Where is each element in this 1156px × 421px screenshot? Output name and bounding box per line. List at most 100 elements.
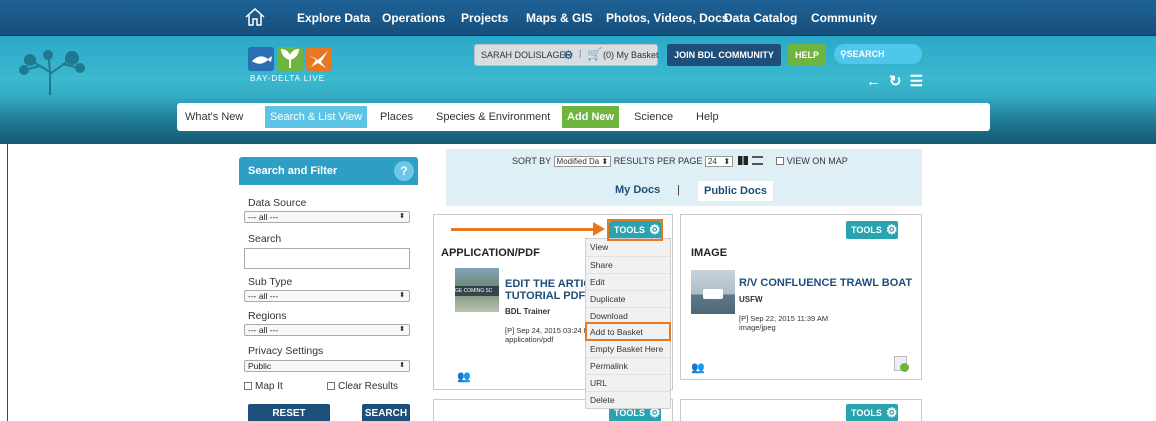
page-edge-line <box>7 144 8 421</box>
annotation-arrow-head <box>593 222 605 236</box>
gear-icon[interactable]: ⚙ <box>563 48 574 62</box>
sort-by-select[interactable]: Modified Da ⬍ <box>553 156 612 167</box>
search-button[interactable]: ⚲SEARCH <box>834 44 922 64</box>
menu-item-view[interactable]: View <box>586 239 670 256</box>
regions-value: --- all --- <box>248 325 279 335</box>
menu-item-edit[interactable]: Edit <box>586 272 670 290</box>
data-source-select[interactable]: --- all --- ⬍ <box>244 211 410 223</box>
refresh-icon[interactable]: ↻ <box>889 73 902 90</box>
checkbox-box[interactable] <box>327 382 335 390</box>
data-source-label: Data Source <box>248 197 307 209</box>
search-filter-title: Search and Filter <box>248 165 338 177</box>
plant-logo-icon <box>277 47 303 71</box>
help-button[interactable]: HELP <box>788 44 826 66</box>
tree-silhouette-image <box>19 50 85 95</box>
privacy-settings-select[interactable]: Public ⬍ <box>244 360 410 372</box>
grid-view-icon[interactable] <box>737 156 748 165</box>
subnav-search-list-view[interactable]: Search & List View <box>265 106 368 128</box>
menu-item-download[interactable]: Download <box>586 306 670 324</box>
reset-listings-button[interactable]: RESET LISTINGS <box>248 404 330 421</box>
view-on-map-checkbox[interactable] <box>775 157 784 165</box>
people-icon[interactable]: 👥 <box>457 370 471 383</box>
results-per-page-select[interactable]: 24 ⬍ <box>704 156 734 167</box>
results-per-page-label: RESULTS PER PAGE <box>613 156 703 166</box>
tools-button[interactable]: TOOLS ⚙ <box>846 404 898 421</box>
subnav-whats-new[interactable]: What's New <box>185 103 243 131</box>
nav-data-catalog[interactable]: Data Catalog <box>724 11 797 25</box>
clear-results-label: Clear Results <box>338 381 399 392</box>
menu-item-empty-basket-here[interactable]: Empty Basket Here <box>586 340 670 357</box>
docs-tabs: My Docs | Public Docs <box>446 181 922 206</box>
fish-logo-icon <box>248 47 274 71</box>
card-date: [P] Sep 24, 2015 03:24 PM <box>505 326 596 335</box>
divider: | <box>579 48 582 58</box>
gear-icon: ⚙ <box>885 405 898 420</box>
sort-by-value: Modified Da <box>556 157 600 166</box>
card-title-line2[interactable]: TUTORIAL PDF <box>505 290 585 303</box>
nav-community[interactable]: Community <box>811 11 877 25</box>
card-author: BDL Trainer <box>505 307 551 316</box>
tools-context-menu: View Share Edit Duplicate Download Add t… <box>585 238 671 409</box>
select-caret-icon: ⬍ <box>399 362 405 369</box>
card-type: APPLICATION/PDF <box>441 247 540 259</box>
document-thumbnail[interactable]: GE COMING SC <box>455 268 499 312</box>
home-icon[interactable] <box>244 6 266 28</box>
menu-item-duplicate[interactable]: Duplicate <box>586 289 670 307</box>
menu-item-delete[interactable]: Delete <box>586 391 670 408</box>
thumbnail-caption: GE COMING SC <box>455 286 499 296</box>
search-icon: ⚲ <box>840 49 847 59</box>
boat-thumbnail[interactable] <box>691 270 735 314</box>
sub-type-select[interactable]: --- all --- ⬍ <box>244 290 410 302</box>
bird-logo-icon <box>306 47 332 71</box>
regions-label: Regions <box>248 310 287 322</box>
my-basket-link[interactable]: (0) My Basket <box>603 50 659 60</box>
menu-item-url[interactable]: URL <box>586 374 670 391</box>
back-arrow-icon[interactable]: ← <box>866 73 881 90</box>
tab-my-docs[interactable]: My Docs <box>615 184 660 196</box>
user-name[interactable]: SARAH DOLISLAGER <box>481 50 572 60</box>
subnav-help[interactable]: Help <box>696 103 719 131</box>
join-community-button[interactable]: JOIN BDL COMMUNITY <box>667 44 781 66</box>
nav-photos-videos-docs[interactable]: Photos, Videos, Docs <box>606 11 728 25</box>
subnav-places[interactable]: Places <box>380 103 413 131</box>
subnav-science[interactable]: Science <box>634 103 673 131</box>
tools-label: TOOLS <box>851 225 882 235</box>
subnav-add-new[interactable]: Add New <box>562 106 620 128</box>
tools-button[interactable]: TOOLS ⚙ <box>846 221 898 239</box>
nav-explore-data[interactable]: Explore Data <box>297 11 370 25</box>
menu-item-permalink[interactable]: Permalink <box>586 357 670 374</box>
map-it-checkbox[interactable]: Map It <box>244 381 283 392</box>
logo-text: BAY-DELTA LIVE <box>250 74 326 83</box>
clear-results-checkbox[interactable]: Clear Results <box>327 381 398 392</box>
search-submit-button[interactable]: SEARCH <box>362 404 410 421</box>
regions-select[interactable]: --- all --- ⬍ <box>244 324 410 336</box>
user-account-box: SARAH DOLISLAGER ⚙ | 🛒 (0) My Basket <box>474 44 659 66</box>
card-author: USFW <box>739 295 763 304</box>
nav-projects[interactable]: Projects <box>461 11 508 25</box>
menu-item-share[interactable]: Share <box>586 255 670 273</box>
list-view-icon[interactable] <box>752 156 764 165</box>
card-title[interactable]: R/V CONFLUENCE TRAWL BOAT <box>739 277 912 290</box>
cart-icon[interactable]: 🛒 <box>587 47 602 61</box>
help-question-icon[interactable]: ? <box>394 161 414 181</box>
menu-list-icon[interactable]: ☰ <box>910 73 923 90</box>
checkbox-box[interactable] <box>244 382 252 390</box>
nav-maps-gis[interactable]: Maps & GIS <box>526 11 593 25</box>
sort-by-label: SORT BY <box>512 156 552 166</box>
annotation-arrow <box>451 228 596 231</box>
sort-bar: SORT BY Modified Da ⬍ RESULTS PER PAGE 2… <box>446 149 922 206</box>
people-icon[interactable]: 👥 <box>691 361 705 374</box>
download-badge <box>900 363 909 372</box>
nav-operations[interactable]: Operations <box>382 11 445 25</box>
download-file-icon[interactable] <box>894 356 909 372</box>
sub-navigation-bar: What's New Search & List View Places Spe… <box>177 103 990 131</box>
menu-item-add-to-basket[interactable]: Add to Basket <box>585 322 671 342</box>
search-input[interactable] <box>244 248 410 269</box>
results-per-page-value: 24 <box>707 157 717 166</box>
top-navigation-bar: Explore Data Operations Projects Maps & … <box>0 0 1156 36</box>
boat-shape <box>703 289 723 299</box>
tab-public-docs[interactable]: Public Docs <box>698 181 773 201</box>
map-it-label: Map It <box>255 381 283 392</box>
subnav-species-environment[interactable]: Species & Environment <box>436 103 550 131</box>
search-label: Search <box>248 233 282 245</box>
